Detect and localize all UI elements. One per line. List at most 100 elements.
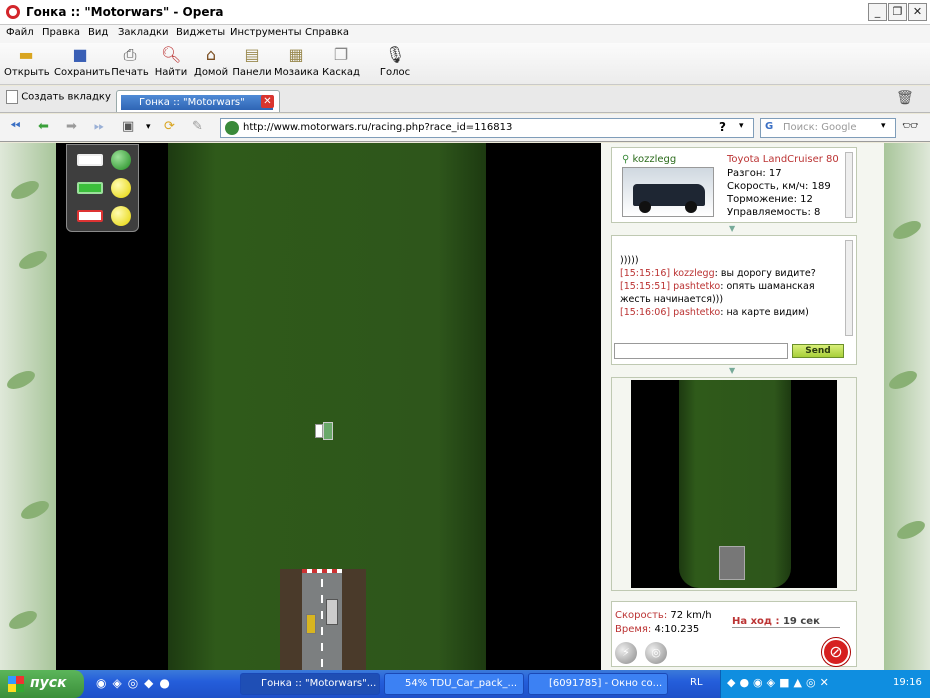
track-car-grey bbox=[326, 599, 338, 625]
back-icon[interactable]: ⬅︎ bbox=[38, 120, 49, 134]
task-download[interactable]: 54% TDU_Car_pack_... bbox=[384, 673, 524, 695]
restore-button[interactable]: ❐ bbox=[888, 3, 907, 21]
race-status-box: Скорость: 72 km/h Время: 4:10.235 На ход… bbox=[611, 601, 857, 667]
tab-bar: Создать вкладку Гонка :: "Motorwars" ✕ 🗑… bbox=[0, 86, 930, 113]
tray-icons[interactable]: ◆●◉◈■▲◎✕ bbox=[727, 676, 877, 692]
car-brake: Торможение: 12 bbox=[727, 194, 813, 205]
racer-status-green-icon bbox=[111, 150, 131, 170]
trash-icon[interactable]: 🗑︎ bbox=[896, 90, 914, 106]
collapse-arrow-icon-2[interactable]: ▼ bbox=[729, 366, 735, 375]
speed-readout: Скорость: 72 km/h bbox=[615, 610, 712, 621]
window-titlebar: Гонка :: "Motorwars" - Opera _ ❐ ✕ bbox=[0, 0, 930, 25]
search-field[interactable]: G Поиск: Google ▾ bbox=[760, 118, 896, 138]
chat-log: ))))) [15:15:16] kozzlegg: вы дорогу вид… bbox=[620, 254, 836, 319]
tab-motorwars[interactable]: Гонка :: "Motorwars" ✕ bbox=[116, 90, 280, 112]
menu-view[interactable]: Вид bbox=[88, 27, 108, 38]
cascade-icon: ❐ bbox=[333, 45, 349, 64]
close-window-button[interactable]: ✕ bbox=[908, 3, 927, 21]
printer-icon: ⎙ bbox=[123, 45, 137, 64]
address-bar: ⏪︎ ⬅︎ ➡︎ ⏩︎ ▣ ▾ ⟳ ✎ http://www.motorwars… bbox=[0, 114, 930, 142]
turn-timer: На ход : 19 сек bbox=[732, 616, 840, 628]
minimap-road bbox=[719, 546, 745, 580]
car-info-box: ⚲ kozzlegg Toyota LandCruiser 80 Разгон:… bbox=[611, 147, 857, 223]
stop-icon[interactable]: ⊘ bbox=[822, 638, 850, 666]
racer-status-yellow-icon-2 bbox=[111, 206, 131, 226]
cascade-button[interactable]: ❐ Каскад bbox=[322, 45, 360, 78]
fast-forward-icon[interactable]: ⏩︎ bbox=[94, 120, 104, 134]
edit-icon[interactable]: ✎ bbox=[192, 120, 203, 134]
url-dropdown-icon[interactable]: ▾ bbox=[739, 121, 744, 131]
clock: 19:16 bbox=[893, 677, 922, 688]
menu-tools[interactable]: Инструменты bbox=[230, 27, 302, 38]
search-placeholder: Поиск: Google bbox=[783, 122, 857, 133]
boost-icon[interactable]: ⚡︎ bbox=[615, 642, 637, 664]
racer-car-white-icon bbox=[77, 154, 103, 166]
find-button[interactable]: 🔍︎ Найти bbox=[154, 45, 188, 78]
open-button[interactable]: ▬ Открыть bbox=[4, 45, 50, 78]
windows-taskbar: пуск ◉◈◎◆● Гонка :: "Motorwars"... 54% T… bbox=[0, 670, 930, 698]
search-dropdown-icon[interactable]: ▾ bbox=[881, 121, 886, 131]
chat-send-button[interactable]: Send bbox=[792, 344, 844, 358]
tile-icon: ▦ bbox=[288, 45, 304, 64]
help-icon[interactable]: ? bbox=[719, 120, 726, 134]
windows-logo-icon bbox=[8, 676, 24, 692]
race-track-view[interactable] bbox=[56, 143, 601, 670]
wheel-icon[interactable]: ◎ bbox=[645, 642, 667, 664]
reload-icon[interactable]: ⟳ bbox=[164, 120, 175, 134]
chat-scrollbar[interactable] bbox=[845, 240, 853, 336]
tab-title: Гонка :: "Motorwars" bbox=[121, 95, 273, 110]
page-content: ⚲ kozzlegg Toyota LandCruiser 80 Разгон:… bbox=[0, 143, 930, 670]
chat-message: [15:15:16] kozzlegg: вы дорогу видите? bbox=[620, 268, 816, 279]
site-favicon-icon bbox=[225, 121, 239, 135]
minimize-button[interactable]: _ bbox=[868, 3, 887, 21]
google-icon: G bbox=[765, 121, 774, 132]
chat-input[interactable] bbox=[614, 343, 788, 359]
home-button[interactable]: ⌂ Домой bbox=[194, 45, 228, 78]
microphone-icon: 🎙︎ bbox=[385, 45, 406, 64]
tile-button[interactable]: ▦ Мозаика bbox=[274, 45, 319, 78]
new-page-icon bbox=[6, 90, 18, 104]
right-decoration bbox=[884, 143, 930, 670]
folder-icon: ▬ bbox=[18, 45, 34, 64]
menu-bar: Файл Правка Вид Закладки Виджеты Инструм… bbox=[0, 25, 930, 43]
url-field[interactable]: http://www.motorwars.ru/racing.php?race_… bbox=[220, 118, 754, 138]
chat-message: [15:16:06] pashtetko: на карте видим) bbox=[620, 307, 809, 318]
save-button[interactable]: ■ Сохранить bbox=[54, 45, 110, 78]
page-menu-icon[interactable]: ▣ bbox=[122, 120, 134, 134]
panels-icon: ▤ bbox=[244, 45, 260, 64]
car-info-scrollbar[interactable] bbox=[845, 152, 853, 218]
menu-help[interactable]: Справка bbox=[305, 27, 349, 38]
user-icon: ⚲ bbox=[622, 154, 630, 165]
player-car-white bbox=[315, 424, 323, 438]
panels-button[interactable]: ▤ Панели bbox=[232, 45, 272, 78]
racers-panel bbox=[66, 144, 139, 232]
car-owner[interactable]: ⚲ kozzlegg bbox=[622, 154, 676, 165]
glasses-icon[interactable]: 👓︎ bbox=[902, 120, 919, 134]
home-icon: ⌂ bbox=[205, 45, 217, 64]
print-button[interactable]: ⎙ Печать bbox=[110, 45, 150, 78]
rewind-icon[interactable]: ⏪︎ bbox=[10, 120, 20, 134]
minimap[interactable] bbox=[631, 380, 837, 588]
forward-icon[interactable]: ➡︎ bbox=[66, 120, 77, 134]
menu-file[interactable]: Файл bbox=[6, 27, 34, 38]
car-handling: Управляемость: 8 bbox=[727, 207, 821, 218]
menu-bookmarks[interactable]: Закладки bbox=[118, 27, 169, 38]
language-indicator[interactable]: RL bbox=[690, 677, 703, 688]
quick-launch[interactable]: ◉◈◎◆● bbox=[96, 676, 226, 692]
chevron-down-icon[interactable]: ▾ bbox=[146, 120, 151, 134]
right-panel: ⚲ kozzlegg Toyota LandCruiser 80 Разгон:… bbox=[601, 143, 884, 670]
time-readout: Время: 4:10.235 bbox=[615, 624, 700, 635]
task-window[interactable]: [6091785] - Окно со... bbox=[528, 673, 668, 695]
menu-widgets[interactable]: Виджеты bbox=[176, 27, 225, 38]
start-button[interactable]: пуск bbox=[0, 670, 84, 698]
close-tab-icon[interactable]: ✕ bbox=[261, 95, 274, 108]
car-speed: Скорость, км/ч: 189 bbox=[727, 181, 831, 192]
collapse-arrow-icon[interactable]: ▼ bbox=[729, 224, 735, 233]
left-decoration bbox=[0, 143, 56, 670]
menu-edit[interactable]: Правка bbox=[42, 27, 80, 38]
car-photo bbox=[622, 167, 714, 217]
chat-message: ))))) bbox=[620, 255, 639, 266]
new-tab-button[interactable]: Создать вкладку bbox=[6, 90, 111, 109]
task-opera[interactable]: Гонка :: "Motorwars"... bbox=[240, 673, 380, 695]
voice-button[interactable]: 🎙︎ Голос bbox=[378, 45, 412, 78]
